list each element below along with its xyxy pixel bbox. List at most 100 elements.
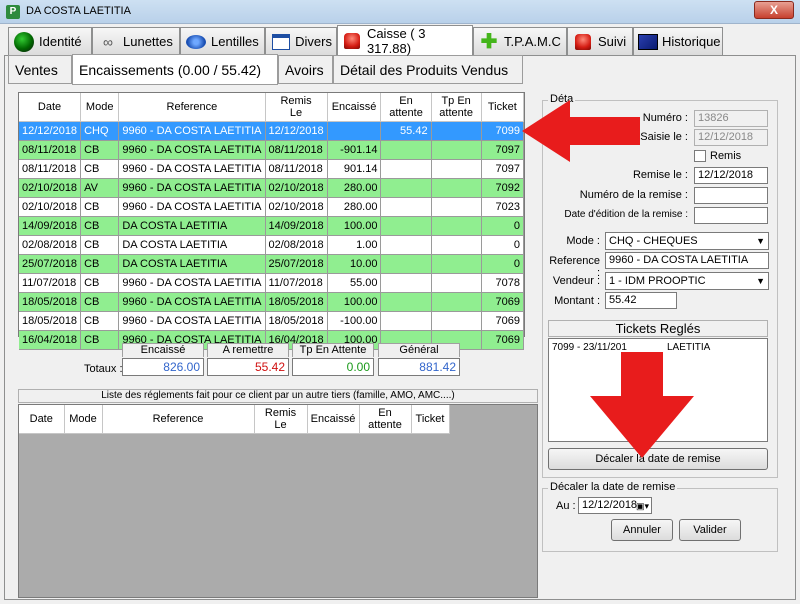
total-general-label: Général <box>378 343 460 357</box>
col-header[interactable]: Date <box>19 405 65 434</box>
table-row[interactable]: 02/08/2018 CB DA COSTA LAETITIA 02/08/2018 1… <box>19 235 525 255</box>
tab-divers[interactable]: Divers <box>265 27 337 55</box>
table-row[interactable]: 02/10/2018 AV 9960 - DA COSTA LAETITIA 02/1… <box>19 178 525 198</box>
vendeur-label: Vendeur : <box>552 275 600 287</box>
col-header[interactable]: Remis Le <box>265 93 328 122</box>
total-remettre-label: A remettre <box>207 343 289 357</box>
window-title: DA COSTA LAETITIA <box>26 5 131 17</box>
table-cell: 280.00 <box>327 197 382 217</box>
decaler-date-picker[interactable]: 12/12/2018 ▣▾ <box>578 497 652 514</box>
col-header[interactable]: Encaissé <box>307 405 360 434</box>
alarm-light-icon <box>342 31 363 51</box>
tab-suivi[interactable]: Suivi <box>567 27 633 55</box>
col-header[interactable]: En attente <box>359 405 412 434</box>
num-remise-field[interactable] <box>694 187 768 204</box>
table-cell: CB <box>80 140 120 160</box>
tab-historique[interactable]: Historique <box>633 27 723 55</box>
table-cell: CB <box>80 330 120 350</box>
table-cell: 55.42 <box>380 121 432 141</box>
saisie-field[interactable]: 12/12/2018 <box>694 129 768 146</box>
table-cell: CB <box>80 273 120 293</box>
col-header[interactable]: Date <box>19 93 82 122</box>
table-row[interactable]: 11/07/2018 CB 9960 - DA COSTA LAETITIA 11/0… <box>19 273 525 293</box>
col-header[interactable]: Mode <box>64 405 103 434</box>
table-row[interactable]: 02/10/2018 CB 9960 - DA COSTA LAETITIA 02/1… <box>19 197 525 217</box>
tab-lentilles[interactable]: Lentilles <box>180 27 265 55</box>
vendeur-select[interactable]: 1 - IDM PROOPTIC ▼ <box>605 272 769 290</box>
table-cell <box>431 159 482 179</box>
table-cell: CB <box>80 292 120 312</box>
table-cell: 14/09/2018 <box>265 216 328 236</box>
table-cell: 02/10/2018 <box>19 197 82 217</box>
table-cell <box>380 254 432 274</box>
tab-label: Historique <box>662 34 721 49</box>
payments-grid: Date Mode Reference Remis Le Encaissé En… <box>18 92 525 350</box>
reference-field[interactable]: 9960 - DA COSTA LAETITIA <box>605 252 769 269</box>
table-cell: 901.14 <box>327 159 382 179</box>
date-edition-field[interactable] <box>694 207 768 224</box>
table-row[interactable]: 12/12/2018 CHQ 9960 - DA COSTA LAETITIA 12/… <box>19 121 525 141</box>
col-header[interactable]: Reference <box>102 405 255 434</box>
col-header[interactable]: Ticket <box>411 405 450 434</box>
mode-select[interactable]: CHQ - CHEQUES ▼ <box>605 232 769 250</box>
col-header[interactable]: Mode <box>80 93 120 122</box>
valider-button[interactable]: Valider <box>679 519 741 541</box>
table-cell: 18/05/2018 <box>265 292 328 312</box>
total-encaisse-label: Encaissé <box>122 343 204 357</box>
col-header[interactable]: Tp En attente <box>431 93 482 122</box>
date-edition-label: Date d'édition de la remise : <box>564 209 688 220</box>
table-cell: AV <box>80 178 120 198</box>
tab-lunettes[interactable]: ∞ Lunettes <box>92 27 180 55</box>
subtab-avoirs[interactable]: Avoirs <box>278 55 333 84</box>
table-row[interactable]: 08/11/2018 CB 9960 - DA COSTA LAETITIA 08/1… <box>19 140 525 160</box>
total-tp-value: 0.00 <box>292 358 374 376</box>
table-cell <box>380 159 432 179</box>
decaler-group-title: Décaler la date de remise <box>548 481 678 493</box>
table-row[interactable]: 14/09/2018 CB DA COSTA LAETITIA 14/09/2018 1… <box>19 216 525 236</box>
tab-identite[interactable]: Identité <box>8 27 92 55</box>
table-cell: 02/10/2018 <box>265 178 328 198</box>
mode-select-value: CHQ - CHEQUES <box>609 235 698 247</box>
table-cell <box>431 121 482 141</box>
close-button[interactable]: X <box>754 1 794 19</box>
table-cell: 0 <box>481 235 525 255</box>
num-remise-label: Numéro de la remise : <box>579 189 688 201</box>
total-remettre-value: 55.42 <box>207 358 289 376</box>
table-cell <box>380 311 432 331</box>
tab-tpamc[interactable]: ✚ T.P.A.M.C <box>473 27 567 55</box>
third-party-grid: Date Mode Reference Remis Le Encaissé En… <box>18 404 538 598</box>
tab-caisse[interactable]: Caisse ( 3 317.88) <box>337 25 473 56</box>
subtab-ventes[interactable]: Ventes <box>8 55 72 84</box>
table-cell <box>380 197 432 217</box>
table-row[interactable]: 18/05/2018 CB 9960 - DA COSTA LAETITIA 18/0… <box>19 311 525 331</box>
table-cell: -100.00 <box>327 311 382 331</box>
grid-header-row: Date Mode Reference Remis Le Encaissé En… <box>19 93 525 122</box>
table-row[interactable]: 25/07/2018 CB DA COSTA LAETITIA 25/07/2018 1… <box>19 254 525 274</box>
table-cell: 02/10/2018 <box>265 197 328 217</box>
col-header[interactable]: Encaissé <box>327 93 382 122</box>
table-cell: 7023 <box>481 197 525 217</box>
calendar-dropdown-icon[interactable]: ▣▾ <box>636 499 649 514</box>
table-cell: 9960 - DA COSTA LAETITIA <box>118 197 266 217</box>
col-header[interactable]: En attente <box>380 93 432 122</box>
subtab-detail-produits[interactable]: Détail des Produits Vendus <box>333 55 523 84</box>
remis-checkbox[interactable] <box>694 150 706 162</box>
table-row[interactable]: 18/05/2018 CB 9960 - DA COSTA LAETITIA 18/0… <box>19 292 525 312</box>
col-header[interactable]: Remis Le <box>254 405 308 434</box>
table-cell: DA COSTA LAETITIA <box>118 216 266 236</box>
montant-field[interactable]: 55.42 <box>605 292 677 309</box>
numero-field[interactable]: 13826 <box>694 110 768 127</box>
app-icon: P <box>6 5 20 19</box>
history-book-icon <box>638 32 658 52</box>
annuler-button[interactable]: Annuler <box>611 519 673 541</box>
table-cell: 9960 - DA COSTA LAETITIA <box>118 292 266 312</box>
col-header[interactable]: Reference <box>118 93 266 122</box>
subtab-encaissements[interactable]: Encaissements (0.00 / 55.42) <box>72 54 278 85</box>
table-cell: 08/11/2018 <box>265 140 328 160</box>
table-cell: CB <box>80 159 120 179</box>
table-cell: CB <box>80 216 120 236</box>
table-cell: 11/07/2018 <box>19 273 82 293</box>
remise-date-field[interactable]: 12/12/2018 <box>694 167 768 184</box>
table-row[interactable]: 08/11/2018 CB 9960 - DA COSTA LAETITIA 08/1… <box>19 159 525 179</box>
table-cell: 18/05/2018 <box>19 292 82 312</box>
